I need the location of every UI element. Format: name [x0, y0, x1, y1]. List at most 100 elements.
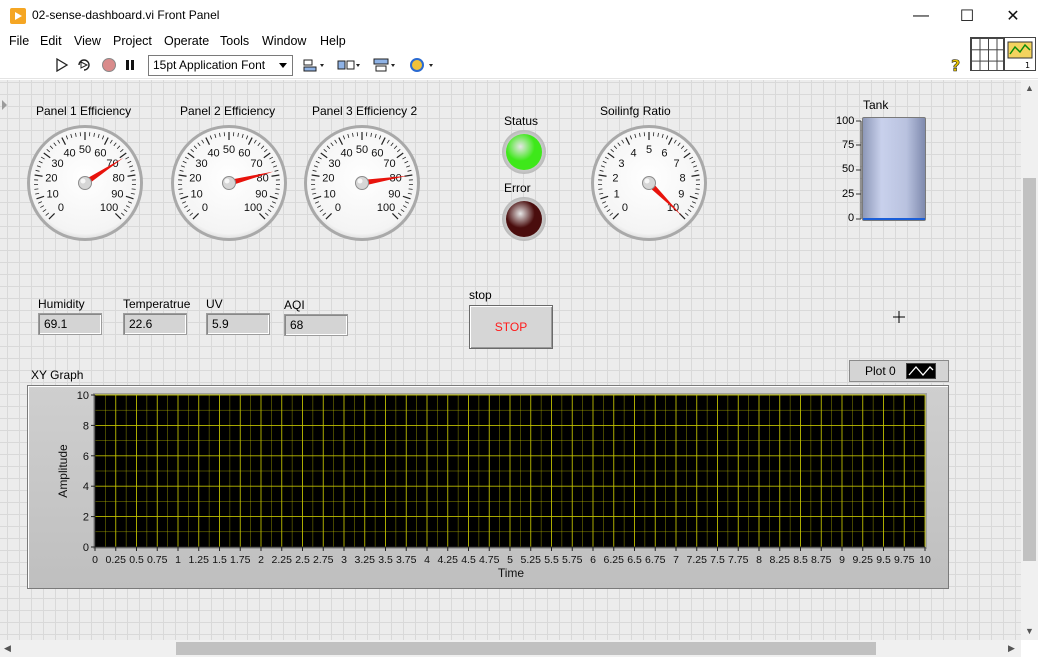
x-tick-label: 1.75	[230, 554, 251, 566]
x-tick-label: 8	[756, 554, 762, 566]
gauge-soiling-ratio[interactable]: 012345678910	[589, 123, 709, 243]
x-tick-label: 3.75	[396, 554, 417, 566]
gauge-tick-label: 60	[94, 148, 106, 160]
plot-legend-name: Plot 0	[865, 364, 896, 378]
horizontal-scrollbar-thumb[interactable]	[176, 642, 876, 655]
gauge-tick-label: 30	[195, 158, 207, 170]
xy-graph-plot[interactable]: 0 0.25 0.5 0.75 1 1.25 1.5 1.75 2 2.25 2.5 2.75 3 3.2…	[27, 385, 949, 589]
run-continuously-icon[interactable]	[75, 56, 93, 74]
temperature-value: 22.6	[123, 313, 187, 335]
tank-fill-level	[863, 217, 925, 220]
x-tick-label: 2.25	[272, 554, 293, 566]
distribute-objects-icon[interactable]	[336, 56, 362, 74]
align-objects-icon[interactable]	[302, 56, 326, 74]
plot-legend-swatch[interactable]	[906, 363, 936, 379]
x-tick-label: 7	[673, 554, 679, 566]
reorder-icon[interactable]	[409, 56, 435, 74]
vi-icon[interactable]: 1	[1004, 37, 1036, 71]
gauge-tick-label: 100	[377, 202, 395, 214]
gauge-tick-label: 100	[100, 202, 118, 214]
menu-operate[interactable]: Operate	[164, 34, 209, 48]
crosshair-cursor-icon	[893, 311, 905, 323]
gauge-panel-3-efficiency[interactable]: 010203040 50 60708090100	[302, 123, 422, 243]
gauge-panel-1-efficiency[interactable]: 0102030405060708090100	[25, 123, 145, 243]
x-tick-label: 6	[590, 554, 596, 566]
close-button[interactable]: ✕	[990, 0, 1036, 32]
font-select-value: 15pt Application Font	[153, 58, 266, 72]
y-tick-label: 0	[83, 542, 89, 554]
tank-tick: 50	[842, 163, 855, 175]
scroll-down-icon[interactable]: ▼	[1025, 626, 1034, 636]
x-tick-label: 6.25	[604, 554, 625, 566]
gauge-tick-label: 2	[612, 173, 618, 185]
minimize-button[interactable]: —	[898, 0, 944, 32]
gauge-tick-label: 90	[111, 189, 123, 201]
x-tick-label: 4.5	[461, 554, 476, 566]
labview-app-icon	[10, 8, 26, 24]
x-tick-label: 9	[839, 554, 845, 566]
x-tick-label: 3.5	[378, 554, 393, 566]
x-tick-label: 9.75	[894, 554, 915, 566]
menu-help[interactable]: Help	[320, 34, 346, 48]
run-arrow-icon[interactable]	[53, 56, 71, 74]
x-tick-label: 0.5	[129, 554, 144, 566]
gauge-tick	[131, 188, 136, 190]
x-tick-label: 7.75	[728, 554, 749, 566]
gauge-label-soiling-ratio: Soilinfg Ratio	[600, 104, 671, 118]
x-axis-label: Time	[498, 566, 525, 580]
gauge-tick-label: 50	[223, 144, 235, 156]
y-tick-label: 6	[83, 451, 89, 463]
vertical-scrollbar-thumb[interactable]	[1023, 178, 1036, 561]
font-select[interactable]: 15pt Application Font	[148, 55, 293, 76]
gauge-tick-label: 0	[202, 202, 208, 214]
gauge-hub	[78, 176, 92, 190]
scroll-right-icon[interactable]: ▶	[1008, 643, 1015, 654]
x-tick-label: 9.25	[853, 554, 874, 566]
menu-bar: File Edit View Project Operate Tools Win…	[0, 32, 1038, 52]
gauge-tick-label: 50	[356, 144, 368, 156]
pause-icon[interactable]	[121, 56, 139, 74]
tank-tick: 0	[848, 212, 855, 224]
x-tick-label: 4.25	[438, 554, 459, 566]
resize-objects-icon[interactable]	[372, 56, 398, 74]
x-tick-label: 3.25	[355, 554, 376, 566]
gauge-tick-label: 8	[680, 173, 686, 185]
gauge-hub	[355, 176, 369, 190]
x-tick-label: 4.75	[479, 554, 500, 566]
abort-icon[interactable]	[100, 56, 118, 74]
gauge-hub-highlight	[224, 178, 230, 184]
error-led-lamp	[506, 201, 542, 237]
x-tick-label: 5.25	[521, 554, 542, 566]
x-tick-label: 7.5	[710, 554, 725, 566]
gauge-tick-label: 90	[255, 189, 267, 201]
aqi-label: AQI	[284, 298, 305, 312]
gauge-panel-2-efficiency[interactable]: 010203040 50 60708090100	[169, 123, 289, 243]
scroll-up-icon[interactable]: ▲	[1025, 83, 1034, 93]
maximize-button[interactable]: ☐	[944, 0, 990, 32]
menu-tools[interactable]: Tools	[220, 34, 249, 48]
gauge-hub	[222, 176, 236, 190]
gauge-tick-label: 4	[631, 148, 637, 160]
gauge-tick-label: 20	[322, 173, 334, 185]
x-tick-label: 1.25	[189, 554, 210, 566]
plot-legend[interactable]: Plot 0	[849, 360, 949, 382]
connector-pane-icon[interactable]	[970, 37, 1004, 71]
gauge-hub	[642, 176, 656, 190]
stop-button[interactable]: STOP	[469, 305, 553, 349]
menu-window[interactable]: Window	[262, 34, 306, 48]
tank-tick: 100	[836, 115, 855, 127]
temperature-label: Temperatrue	[123, 297, 191, 311]
gauge-tick-label: 10	[47, 189, 59, 201]
menu-project[interactable]: Project	[113, 34, 152, 48]
y-tick-label: 2	[83, 512, 89, 524]
menu-edit[interactable]: Edit	[40, 34, 62, 48]
menu-file[interactable]: File	[9, 34, 29, 48]
x-tick-label: 4	[424, 554, 430, 566]
help-icon[interactable]: ?	[947, 56, 965, 74]
title-bar: 02-sense-dashboard.vi Front Panel — ☐ ✕	[0, 0, 1038, 32]
uv-value: 5.9	[206, 313, 270, 335]
chevron-down-icon	[279, 63, 287, 68]
menu-view[interactable]: View	[74, 34, 101, 48]
scroll-left-icon[interactable]: ◀	[4, 643, 11, 654]
gauge-tick-label: 70	[250, 158, 262, 170]
